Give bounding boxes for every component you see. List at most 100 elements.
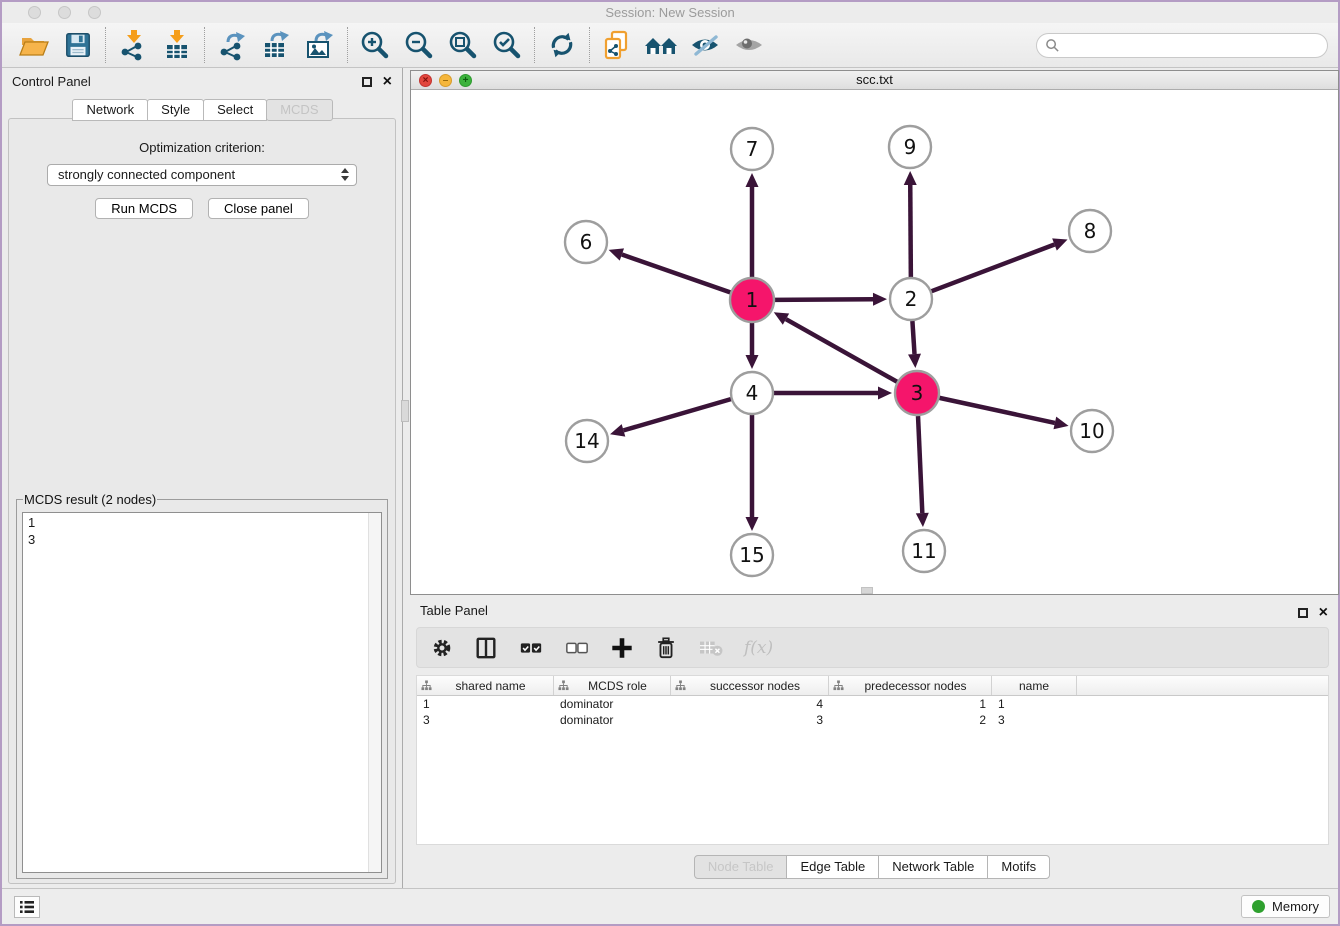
add-column-icon[interactable] xyxy=(610,636,634,660)
graph-edge-1-2[interactable] xyxy=(775,299,873,300)
tab-select[interactable]: Select xyxy=(203,99,267,121)
window-zoom-button[interactable] xyxy=(88,6,101,19)
tab-style[interactable]: Style xyxy=(147,99,204,121)
network-graph[interactable]: 7968124314101511 xyxy=(411,90,1338,594)
tab-network[interactable]: Network xyxy=(72,99,148,121)
graph-node-label-1: 1 xyxy=(746,288,759,312)
graph-edge-3-1[interactable] xyxy=(786,319,897,382)
column-label: predecessor nodes xyxy=(844,679,987,693)
graph-edge-arrowhead xyxy=(916,513,929,527)
save-session-button[interactable] xyxy=(56,26,100,64)
hide-details-button[interactable] xyxy=(683,26,727,64)
zoom-out-button[interactable] xyxy=(397,26,441,64)
select-stepper-icon xyxy=(341,168,349,181)
graph-node-label-15: 15 xyxy=(739,543,764,567)
zoom-fit-button[interactable] xyxy=(441,26,485,64)
graph-edge-3-10[interactable] xyxy=(939,398,1054,423)
run-mcds-button[interactable]: Run MCDS xyxy=(95,198,193,219)
vertical-splitter-grip[interactable] xyxy=(401,400,409,422)
window-controls[interactable] xyxy=(28,6,101,19)
close-table-panel-icon[interactable]: × xyxy=(1319,607,1328,618)
graph-node-label-10: 10 xyxy=(1079,419,1104,443)
window-close-button[interactable] xyxy=(28,6,41,19)
graph-edge-2-8[interactable] xyxy=(932,244,1055,291)
network-window-controls[interactable]: × – + xyxy=(419,74,472,87)
task-history-button[interactable] xyxy=(14,896,40,918)
import-table-icon xyxy=(161,29,193,61)
column-header-successor-nodes[interactable]: successor nodes xyxy=(671,676,829,695)
mcds-result-area[interactable]: 1 3 xyxy=(22,512,382,873)
network-view-window: × – + scc.txt 7968124314101511 xyxy=(410,70,1339,595)
graph-edge-arrowhead xyxy=(1053,417,1068,430)
column-header-predecessor-nodes[interactable]: predecessor nodes xyxy=(829,676,992,695)
column-label: successor nodes xyxy=(686,679,824,693)
import-network-button[interactable] xyxy=(111,26,155,64)
horizontal-splitter-grip[interactable] xyxy=(861,587,873,594)
apply-function-icon[interactable]: f(x) xyxy=(744,638,773,658)
export-table-button[interactable] xyxy=(254,26,298,64)
column-header-shared-name[interactable]: shared name xyxy=(417,676,554,695)
settings-gear-icon[interactable] xyxy=(430,636,454,660)
home-button[interactable] xyxy=(639,26,683,64)
tab-mcds[interactable]: MCDS xyxy=(266,99,332,121)
zoom-selected-button[interactable] xyxy=(485,26,529,64)
graph-edge-4-14[interactable] xyxy=(623,399,730,430)
mcds-result-title: MCDS result (2 nodes) xyxy=(23,492,157,507)
toolbar-separator xyxy=(204,27,205,63)
close-panel-button[interactable]: Close panel xyxy=(208,198,309,219)
show-details-button[interactable] xyxy=(727,26,771,64)
open-session-button[interactable] xyxy=(12,26,56,64)
control-panel-title: Control Panel xyxy=(12,74,91,89)
column-label: MCDS role xyxy=(569,679,666,693)
tab-network-table[interactable]: Network Table xyxy=(878,855,988,879)
duplicate-network-button[interactable] xyxy=(595,26,639,64)
control-panel-header: Control Panel × xyxy=(2,68,402,96)
window-minimize-button[interactable] xyxy=(58,6,71,19)
eye-icon xyxy=(732,30,766,60)
network-minimize-button[interactable]: – xyxy=(439,74,452,87)
unselect-all-icon[interactable] xyxy=(564,636,590,660)
network-maximize-button[interactable]: + xyxy=(459,74,472,87)
column-header-mcds-role[interactable]: MCDS role xyxy=(554,676,671,695)
graph-edge-2-9[interactable] xyxy=(910,185,911,277)
network-window-titlebar[interactable]: × – + scc.txt xyxy=(411,71,1338,90)
graph-edge-3-11[interactable] xyxy=(918,416,922,513)
network-close-button[interactable]: × xyxy=(419,74,432,87)
graph-node-label-3: 3 xyxy=(911,381,924,405)
tab-node-table[interactable]: Node Table xyxy=(694,855,788,879)
close-panel-icon[interactable]: × xyxy=(383,76,392,87)
import-table-button[interactable] xyxy=(155,26,199,64)
refresh-layout-button[interactable] xyxy=(540,26,584,64)
tab-edge-table[interactable]: Edge Table xyxy=(786,855,879,879)
float-panel-icon[interactable] xyxy=(362,77,372,87)
graph-node-label-7: 7 xyxy=(746,137,759,161)
delete-column-trash-icon[interactable] xyxy=(654,636,678,660)
columns-icon[interactable] xyxy=(474,636,498,660)
graph-edge-1-6[interactable] xyxy=(622,255,730,293)
control-panel: Control Panel × Network Style Select MCD… xyxy=(2,68,403,888)
export-image-button[interactable] xyxy=(298,26,342,64)
tab-motifs[interactable]: Motifs xyxy=(987,855,1050,879)
toolbar-separator xyxy=(347,27,348,63)
table-row[interactable]: 3 dominator 3 2 3 xyxy=(417,712,1328,728)
table-row[interactable]: 1 dominator 4 1 1 xyxy=(417,696,1328,712)
network-canvas[interactable]: 7968124314101511 xyxy=(411,90,1338,594)
zoom-fit-icon xyxy=(447,29,479,61)
search-box[interactable] xyxy=(1036,33,1328,58)
search-input[interactable] xyxy=(1060,38,1319,53)
zoom-in-button[interactable] xyxy=(353,26,397,64)
tree-icon xyxy=(558,680,569,691)
optimization-criterion-select[interactable]: strongly connected component xyxy=(47,164,357,186)
memory-button[interactable]: Memory xyxy=(1241,895,1330,918)
node-table[interactable]: shared name MCDS role successor nodes pr… xyxy=(416,675,1329,845)
mcds-result-fieldset: MCDS result (2 nodes) 1 3 xyxy=(16,492,388,879)
clear-table-icon[interactable] xyxy=(698,637,724,659)
select-all-icon[interactable] xyxy=(518,636,544,660)
export-network-button[interactable] xyxy=(210,26,254,64)
application-window: { "window": { "title": "Session: New Ses… xyxy=(0,0,1340,926)
column-header-name[interactable]: name xyxy=(992,676,1077,695)
float-table-panel-icon[interactable] xyxy=(1298,608,1308,618)
graph-edge-2-3[interactable] xyxy=(912,321,914,354)
tree-icon xyxy=(421,680,432,691)
result-scrollbar[interactable] xyxy=(368,513,381,872)
